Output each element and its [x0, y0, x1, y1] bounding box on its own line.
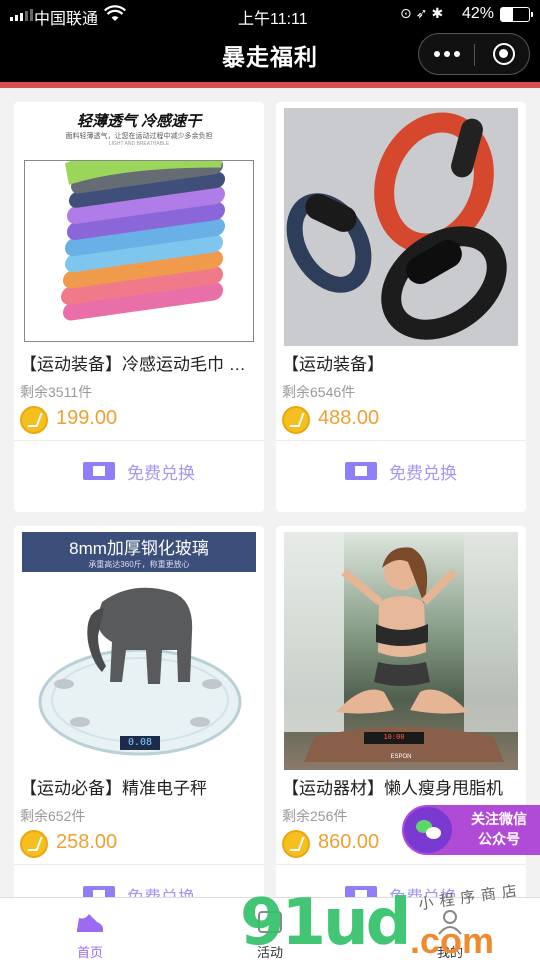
status-bar: 中国联通 上午11:11 ⊙➶✱ 42% — [0, 0, 540, 30]
carrier-name: 中国联通 — [34, 11, 99, 28]
tab-label: 我的 — [436, 945, 463, 960]
nav-bar: 暴走福利 — [0, 30, 540, 82]
exchange-label: 免费兑换 — [127, 463, 195, 483]
product-stock: 剩余6546件 — [282, 384, 356, 400]
scale-display: 0.08 — [127, 737, 153, 748]
tab-home[interactable]: 首页 — [0, 898, 180, 960]
product-price: 488.00 — [318, 407, 380, 429]
exchange-button[interactable]: 免费兑换 — [276, 441, 526, 501]
battery-percent: 42% — [462, 5, 495, 22]
coin-icon — [20, 406, 48, 434]
product-price: 199.00 — [56, 407, 118, 429]
product-card-towel[interactable]: 轻薄透气 冷感速干 面料轻薄透气，让您在运动过程中减少多余负担 LIGHT AN… — [14, 102, 264, 512]
product-stock: 剩余3511件 — [20, 384, 93, 400]
ticket-icon — [83, 462, 115, 480]
product-price: 860.00 — [318, 831, 380, 853]
battery-icon — [500, 7, 533, 22]
product-name: 【运动装备】冷感运动毛巾 … — [20, 355, 246, 374]
wifi-icon — [104, 5, 126, 28]
tab-activity[interactable]: 活动 — [180, 898, 360, 960]
product-image-band — [284, 108, 518, 346]
user-icon — [438, 910, 462, 935]
coin-icon — [20, 830, 48, 858]
wechat-icon — [404, 807, 452, 853]
follow-line1: 关注微信 — [471, 811, 527, 827]
product-name: 【运动装备】 — [282, 355, 384, 374]
signal-icon — [10, 9, 33, 21]
activity-icon — [258, 911, 282, 933]
banner-subtitle: 面料轻薄透气，让您在运动过程中减少多余负担 — [65, 133, 213, 140]
header-accent-line — [0, 82, 540, 88]
tab-mine[interactable]: 我的 — [360, 898, 540, 960]
clock: 上午11:11 — [238, 11, 308, 28]
coin-icon — [282, 830, 310, 858]
banner-title: 轻薄透气 冷感速干 — [76, 113, 202, 130]
product-name: 【运动必备】精准电子秤 — [20, 779, 207, 798]
device-brand: ESPON — [390, 754, 412, 760]
product-image-scale: 8mm加厚钢化玻璃 承重高达360斤，称重更放心 0.08 — [22, 532, 256, 770]
follow-line2: 公众号 — [478, 831, 520, 847]
exchange-label: 免费兑换 — [389, 463, 457, 483]
product-image-vibration: 10:00 ESPON — [284, 532, 518, 770]
coin-icon — [282, 406, 310, 434]
product-stock: 剩余256件 — [282, 808, 348, 824]
product-card-vibration[interactable]: 10:00 ESPON 【运动器材】懒人瘦身甩脂机 剩余256件 860.00 … — [276, 526, 526, 926]
ticket-icon — [345, 462, 377, 480]
status-indicator-icons: ⊙➶✱ — [400, 5, 448, 21]
follow-wechat-button[interactable]: 关注微信 公众号 — [402, 805, 540, 855]
product-stock: 剩余652件 — [20, 808, 86, 824]
product-price: 258.00 — [56, 831, 118, 853]
shoe-icon — [77, 914, 103, 932]
device-display: 10:00 — [383, 733, 405, 741]
product-name: 【运动器材】懒人瘦身甩脂机 — [282, 779, 503, 798]
exchange-button[interactable]: 免费兑换 — [14, 441, 264, 501]
close-mini-program-icon[interactable] — [493, 43, 515, 65]
product-card-band[interactable]: 【运动装备】 剩余6546件 488.00 免费兑换 — [276, 102, 526, 512]
more-icon[interactable] — [419, 34, 474, 74]
product-card-scale[interactable]: 8mm加厚钢化玻璃 承重高达360斤，称重更放心 0.08 【运动必备】精准电子… — [14, 526, 264, 926]
banner-small: LIGHT AND BREATHABLE — [108, 141, 170, 147]
product-image-towel: 轻薄透气 冷感速干 面料轻薄透气，让您在运动过程中减少多余负担 LIGHT AN… — [22, 108, 256, 346]
tab-label: 首页 — [76, 945, 103, 960]
tab-bar: 首页 活动 我的 — [0, 897, 540, 960]
mini-program-capsule — [418, 33, 530, 75]
tab-label: 活动 — [256, 945, 283, 960]
